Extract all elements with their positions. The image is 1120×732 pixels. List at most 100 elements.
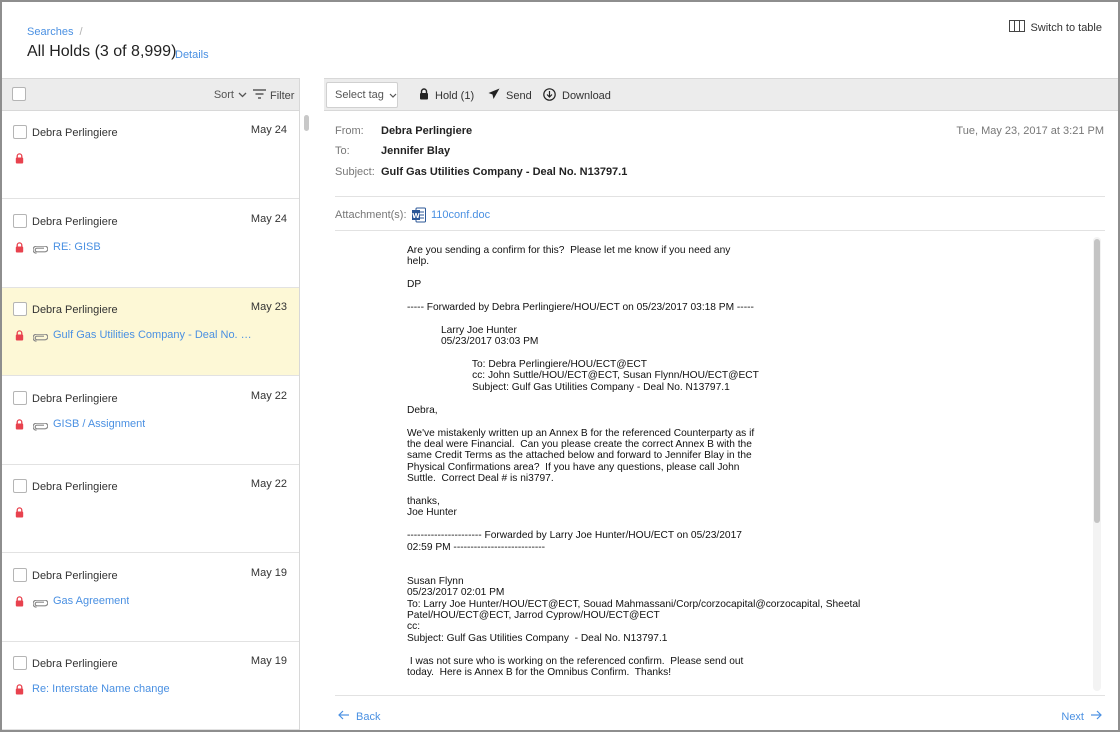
- body-line: thanks,: [407, 495, 440, 507]
- next-button[interactable]: Next: [1061, 710, 1102, 723]
- message-reader: Select tag Hold (1) Send Download From: …: [324, 78, 1118, 730]
- list-item-checkbox[interactable]: [13, 567, 27, 582]
- list-item[interactable]: Debra Perlingiere May 19 Re: Interstate Na…: [2, 642, 299, 730]
- paperclip-icon: [32, 420, 49, 434]
- select-tag-label: Select tag: [335, 89, 384, 101]
- body-line: [407, 564, 1077, 575]
- body-line: Subject: Gulf Gas Utilities Company - De…: [407, 632, 668, 644]
- body-line: [407, 519, 1077, 530]
- body-line: [407, 313, 1077, 324]
- attachment-link[interactable]: 110conf.doc: [431, 209, 490, 221]
- message-list: Debra Perlingiere May 24 Debra Perlingiere…: [2, 111, 299, 730]
- list-item-subject[interactable]: Gas Agreement: [53, 595, 129, 607]
- from-value: Debra Perlingiere: [381, 125, 473, 137]
- select-tag-dropdown[interactable]: Select tag: [326, 82, 398, 108]
- chevron-down-icon: [238, 89, 247, 101]
- list-item[interactable]: Debra Perlingiere May 24: [2, 111, 299, 199]
- to-value: Jennifer Blay: [381, 145, 451, 157]
- list-scrollbar[interactable]: [304, 115, 309, 131]
- download-label: Download: [562, 90, 611, 102]
- body-line: [407, 291, 1077, 302]
- list-item[interactable]: Debra Perlingiere May 23 Gulf Gas Utilitie…: [2, 288, 299, 376]
- list-item-sender: Debra Perlingiere: [32, 569, 118, 582]
- list-item-sender: Debra Perlingiere: [32, 127, 118, 139]
- list-item-checkbox[interactable]: [13, 390, 27, 405]
- list-item[interactable]: Debra Perlingiere May 24 RE: GISB: [2, 199, 299, 288]
- body-line: [407, 644, 1077, 655]
- hold-label: Hold (1): [435, 89, 475, 102]
- arrow-left-icon: [338, 710, 350, 723]
- list-item-subject[interactable]: Gulf Gas Utilities Company - Deal No. N.…: [53, 329, 253, 341]
- select-all-checkbox[interactable]: [12, 87, 26, 101]
- body-line: Susan Flynn: [407, 575, 464, 587]
- app-window: Searches / All Holds (3 of 8,999) Details…: [0, 0, 1120, 732]
- list-item[interactable]: Debra Perlingiere May 19 Gas Agreement: [2, 553, 299, 642]
- list-item-checkbox[interactable]: [13, 302, 27, 316]
- page-header: Searches / All Holds (3 of 8,999) Details…: [2, 2, 1118, 78]
- details-link[interactable]: Details: [175, 49, 209, 61]
- word-doc-icon: W: [412, 207, 426, 226]
- list-item-checkbox[interactable]: [13, 125, 27, 139]
- body-line: I was not sure who is working on the ref…: [407, 655, 744, 667]
- lock-icon: [15, 330, 24, 344]
- body-line: Debra,: [407, 404, 438, 416]
- list-item-checkbox[interactable]: [13, 213, 27, 228]
- send-button[interactable]: Send: [488, 88, 532, 103]
- filter-button[interactable]: Filter: [253, 89, 299, 102]
- body-line: To: Larry Joe Hunter/HOU/ECT@ECT, Souad …: [407, 598, 861, 610]
- reader-toolbar: Select tag Hold (1) Send Download: [324, 79, 1118, 111]
- list-item-checkbox[interactable]: [13, 656, 27, 670]
- list-item-sender: Debra Perlingiere: [32, 658, 118, 670]
- list-item-date: May 19: [250, 655, 287, 667]
- message-body-text: Are you sending a confirm for this? Plea…: [407, 245, 1077, 678]
- hold-button[interactable]: Hold (1): [419, 88, 474, 103]
- paperclip-icon: [32, 331, 49, 345]
- list-item-sender: Debra Perlingiere: [32, 392, 118, 405]
- list-item-sender: Debra Perlingiere: [32, 215, 118, 228]
- body-line: Suttle. Correct Deal # is ni3797.: [407, 473, 554, 485]
- message-date: Tue, May 23, 2017 at 3:21 PM: [956, 125, 1104, 137]
- sort-button[interactable]: Sort: [214, 89, 247, 101]
- body-line: Joe Hunter: [407, 507, 457, 519]
- body-scrollbar-thumb[interactable]: [1094, 239, 1100, 523]
- body-line: the deal were Financial. Can you please …: [407, 438, 752, 450]
- body-line: help.: [407, 256, 430, 268]
- download-icon: [543, 88, 556, 104]
- lock-icon: [15, 153, 24, 167]
- attachments-label: Attachment(s):: [335, 209, 407, 221]
- lock-icon: [15, 684, 24, 698]
- list-item-date: May 24: [250, 212, 287, 225]
- page-title: All Holds (3 of 8,999): [27, 43, 177, 60]
- list-item[interactable]: Debra Perlingiere May 22: [2, 465, 299, 553]
- next-label: Next: [1061, 710, 1084, 723]
- body-line: To: Debra Perlingiere/HOU/ECT@ECT: [407, 359, 648, 371]
- body-line: ----- Forwarded by Debra Perlingiere/HOU…: [407, 302, 754, 314]
- body-line: Larry Joe Hunter: [407, 324, 517, 336]
- lock-icon: [15, 595, 24, 610]
- list-item-subject[interactable]: GISB / Assignment: [53, 418, 145, 430]
- svg-text:W: W: [412, 212, 420, 220]
- body-line: Subject: Gulf Gas Utilities Company - De…: [407, 381, 730, 393]
- back-label: Back: [356, 710, 381, 723]
- download-button[interactable]: Download: [543, 88, 611, 104]
- list-item-date: May 22: [250, 478, 287, 490]
- list-item-subject[interactable]: Re: Interstate Name change: [32, 683, 170, 695]
- body-line: today. Here is Annex B for the Omnibus C…: [407, 667, 672, 679]
- switch-to-table-button[interactable]: Switch to table: [1009, 20, 1102, 35]
- breadcrumb-separator: /: [79, 26, 83, 38]
- lock-icon: [15, 418, 24, 433]
- list-item-subject[interactable]: RE: GISB: [53, 241, 101, 253]
- back-button[interactable]: Back: [338, 710, 380, 723]
- list-item-checkbox[interactable]: [13, 479, 27, 493]
- body-line: cc: John Suttle/HOU/ECT@ECT, Susan Flynn…: [407, 370, 759, 382]
- breadcrumb-searches[interactable]: Searches: [27, 26, 73, 38]
- list-item[interactable]: Debra Perlingiere May 22 GISB / Assignment: [2, 376, 299, 465]
- switch-to-table-label: Switch to table: [1030, 21, 1102, 34]
- subject-label: Subject:: [335, 166, 375, 178]
- body-line: [407, 553, 1077, 564]
- body-line: [407, 485, 1077, 496]
- body-line: [407, 348, 1077, 359]
- body-line: 05/23/2017 03:03 PM: [407, 336, 539, 348]
- message-body: Are you sending a confirm for this? Plea…: [335, 233, 1105, 695]
- breadcrumb: Searches /: [27, 26, 83, 38]
